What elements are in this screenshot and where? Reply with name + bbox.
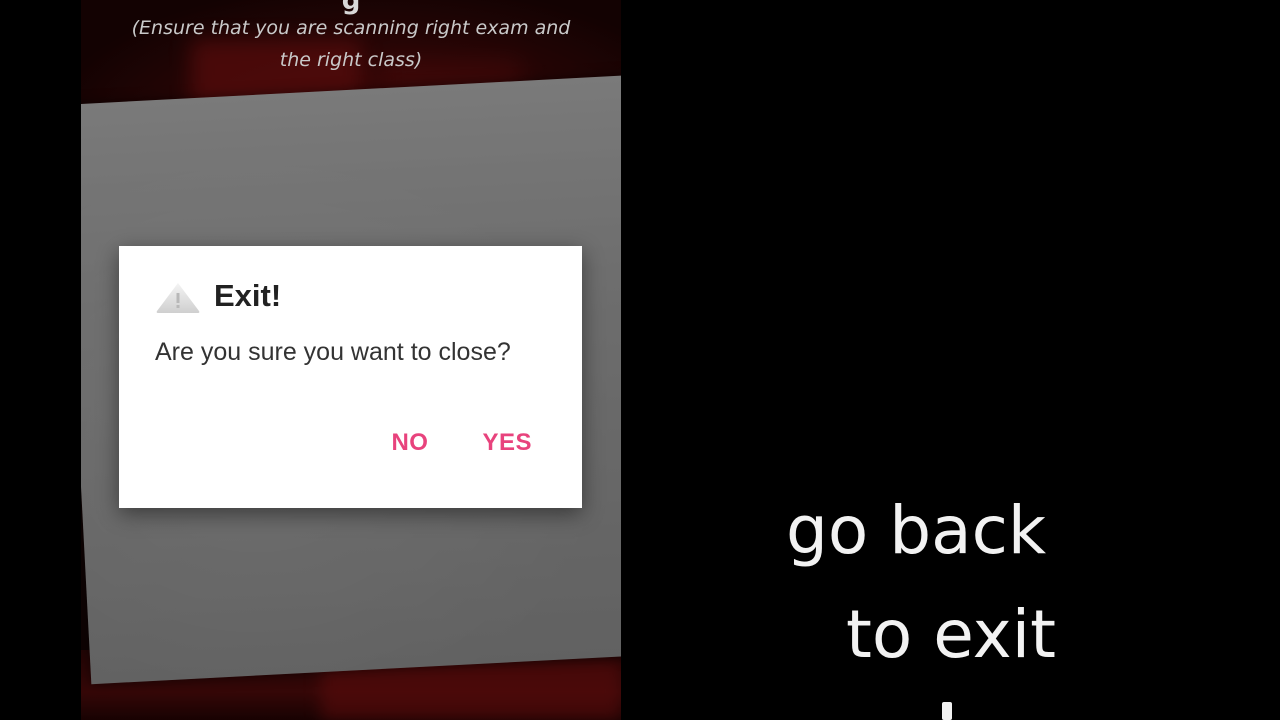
caption-line-2: to exit: [846, 596, 1056, 673]
dialog-actions: NO YES: [391, 429, 532, 457]
exit-dialog: Exit! Are you sure you want to close? NO…: [119, 246, 582, 508]
no-button[interactable]: NO: [391, 429, 428, 457]
caption-line-3-fragment: [942, 702, 952, 720]
screen: g (Ensure that you are scanning right ex…: [0, 0, 1280, 720]
dialog-message: Are you sure you want to close?: [155, 338, 511, 366]
warning-triangle-icon: [154, 278, 202, 314]
yes-button[interactable]: YES: [482, 429, 532, 457]
caption-line-1: go back: [786, 492, 1047, 569]
dialog-title: Exit!: [214, 278, 282, 313]
scan-hint: (Ensure that you are scanning right exam…: [131, 17, 571, 71]
bottom-text-fragment: ...: [201, 701, 239, 720]
camera-preview: g (Ensure that you are scanning right ex…: [81, 0, 621, 720]
dialog-header: Exit!: [154, 276, 281, 316]
